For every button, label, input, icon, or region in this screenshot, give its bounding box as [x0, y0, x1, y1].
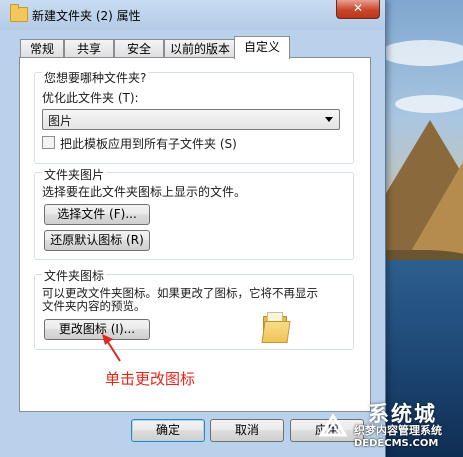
ok-button[interactable]: 确定: [131, 419, 205, 442]
cloud: [395, 95, 463, 113]
optimize-selected-value: 图片: [48, 114, 73, 128]
annotation-text: 单击更改图标: [105, 370, 196, 388]
choose-file-button[interactable]: 选择文件 (F)...: [44, 204, 150, 225]
cloud: [380, 40, 463, 66]
tab-general[interactable]: 常规: [20, 39, 64, 58]
watermark-line1: 织梦内容管理系统: [354, 424, 442, 437]
folder-type-heading: 您想要哪种文件夹?: [42, 69, 149, 86]
apply-subfolders-checkbox[interactable]: [42, 136, 55, 149]
customize-panel: 您想要哪种文件夹? 优化此文件夹 (T): 图片 把此模板应用到所有子文件夹 (…: [19, 57, 371, 412]
folder-icon: [261, 312, 291, 343]
folder-icons-heading: 文件夹图标: [42, 267, 107, 284]
properties-dialog: 新建文件夹 (2) 属性 ✕ 常规 共享 安全 以前的版本 自定义 您想要哪种文…: [0, 0, 386, 457]
cancel-button[interactable]: 取消: [210, 419, 284, 442]
tab-security[interactable]: 安全: [114, 39, 164, 58]
folder-pictures-heading: 文件夹图片: [42, 166, 107, 183]
change-icon-button[interactable]: 更改图标 (I)...: [44, 319, 150, 340]
arrow-icon: [102, 334, 121, 362]
apply-subfolders-label[interactable]: 把此模板应用到所有子文件夹 (S): [60, 135, 237, 152]
tab-sharing[interactable]: 共享: [64, 39, 114, 58]
optimize-dropdown[interactable]: 图片: [42, 109, 340, 130]
tab-customize[interactable]: 自定义: [234, 36, 290, 59]
folder-icon: [10, 4, 28, 22]
tab-previous-versions[interactable]: 以前的版本: [164, 39, 236, 58]
folder-pictures-description: 选择要在此文件夹图标上显示的文件。: [42, 185, 247, 199]
watermark-line2: DEDECMS.COM: [354, 438, 439, 449]
watermark: 系统城 织梦内容管理系统 DEDECMS.COM: [318, 398, 463, 457]
chevron-down-icon: [325, 117, 333, 122]
title-bar[interactable]: 新建文件夹 (2) 属性 ✕: [0, 0, 385, 30]
optimize-label: 优化此文件夹 (T):: [42, 91, 139, 105]
restore-default-button[interactable]: 还原默认图标 (R): [44, 230, 150, 251]
window-title: 新建文件夹 (2) 属性: [32, 9, 141, 23]
folder-icons-description-line2: 文件夹内容的预览。: [42, 299, 146, 313]
logo-icon: [318, 413, 348, 437]
close-button[interactable]: ✕: [336, 0, 380, 19]
